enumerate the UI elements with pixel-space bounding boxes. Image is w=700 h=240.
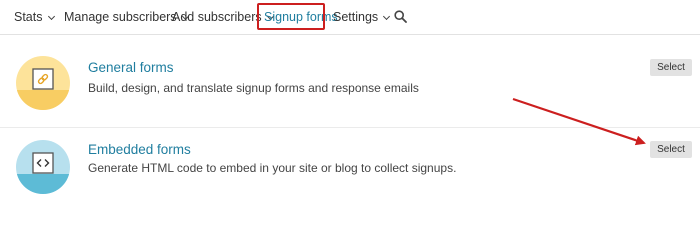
nav-manage-subscribers-label: Manage subscribers — [64, 10, 177, 24]
embedded-forms-title[interactable]: Embedded forms — [88, 142, 191, 157]
embedded-forms-select-button[interactable]: Select — [650, 141, 692, 158]
form-option-embedded: Embedded forms Generate HTML code to emb… — [0, 127, 700, 207]
search-icon[interactable] — [394, 10, 407, 23]
nav-settings[interactable]: Settings — [333, 0, 391, 34]
nav-manage-subscribers[interactable]: Manage subscribers — [64, 0, 189, 34]
nav-settings-label: Settings — [333, 10, 379, 24]
chevron-down-icon — [383, 12, 391, 21]
chevron-down-icon — [47, 12, 55, 21]
nav-add-subscribers-label: Add subscribers — [172, 10, 262, 24]
general-forms-description: Build, design, and translate signup form… — [88, 81, 419, 95]
link-icon — [16, 56, 70, 110]
general-forms-badge — [16, 56, 70, 110]
general-forms-title[interactable]: General forms — [88, 60, 174, 75]
nav-add-subscribers[interactable]: Add subscribers — [172, 0, 274, 34]
nav-signup-forms-label: Signup forms — [264, 10, 338, 24]
general-forms-select-button[interactable]: Select — [650, 59, 692, 76]
top-navigation: Stats Manage subscribers Add subscribers… — [0, 0, 700, 35]
embedded-forms-badge — [16, 140, 70, 194]
embedded-forms-description: Generate HTML code to embed in your site… — [88, 161, 457, 175]
nav-stats[interactable]: Stats — [14, 0, 55, 34]
nav-stats-label: Stats — [14, 10, 43, 24]
code-icon — [16, 140, 70, 194]
nav-signup-forms[interactable]: Signup forms — [264, 0, 338, 34]
form-option-general: General forms Build, design, and transla… — [0, 42, 700, 127]
